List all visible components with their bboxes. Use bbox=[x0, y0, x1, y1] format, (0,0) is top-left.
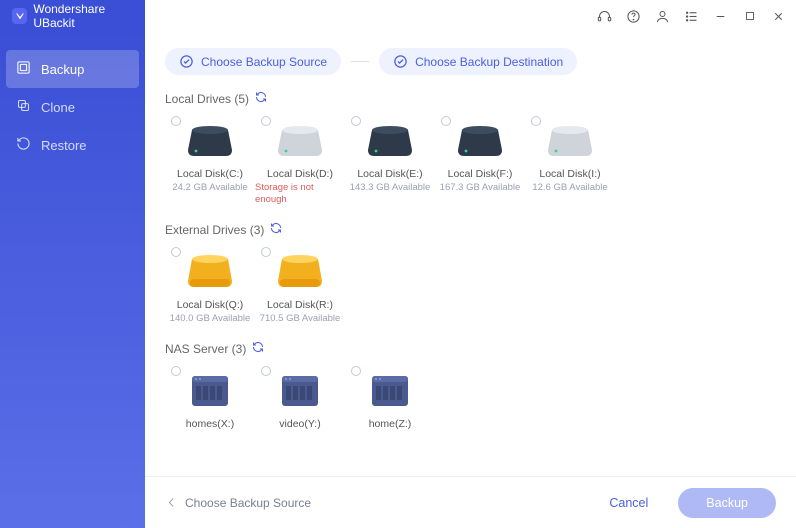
drive-name: Local Disk(F:) bbox=[448, 168, 513, 182]
step-label: Choose Backup Destination bbox=[415, 55, 563, 69]
refresh-icon[interactable] bbox=[252, 341, 264, 356]
backup-button[interactable]: Backup bbox=[678, 488, 776, 518]
drive-icon bbox=[185, 251, 235, 291]
support-icon[interactable] bbox=[597, 9, 612, 24]
section-title: Local Drives (5) bbox=[165, 92, 249, 106]
radio-icon[interactable] bbox=[261, 247, 271, 257]
drive-name: Local Disk(D:) bbox=[267, 168, 333, 182]
drive-item[interactable]: homes(X:) bbox=[165, 364, 255, 442]
drive-icon bbox=[275, 251, 325, 291]
drive-sublabel: 143.3 GB Available bbox=[350, 182, 431, 194]
drive-sublabel: 12.6 GB Available bbox=[532, 182, 607, 194]
drive-icon bbox=[185, 370, 235, 410]
drive-sublabel: 24.2 GB Available bbox=[172, 182, 247, 194]
drive-item[interactable]: Local Disk(F:)167.3 GB Available bbox=[435, 114, 525, 216]
drive-item[interactable]: Local Disk(I:)12.6 GB Available bbox=[525, 114, 615, 216]
check-circle-icon bbox=[393, 54, 408, 69]
footer: Choose Backup Source Cancel Backup bbox=[145, 476, 796, 528]
step-label: Choose Backup Source bbox=[201, 55, 327, 69]
section-title: External Drives (3) bbox=[165, 223, 264, 237]
app-logo-icon bbox=[12, 8, 27, 24]
step-choose-destination[interactable]: Choose Backup Destination bbox=[379, 48, 577, 75]
section-header: Local Drives (5) bbox=[165, 91, 776, 106]
sidebar-item-label: Clone bbox=[41, 100, 75, 115]
drive-name: home(Z:) bbox=[369, 418, 412, 432]
drive-item[interactable]: home(Z:) bbox=[345, 364, 435, 442]
drive-icon bbox=[185, 120, 235, 160]
drive-list: Local Drives (5) Local Disk(C:)24.2 GB Av… bbox=[145, 85, 796, 476]
drive-grid: Local Disk(C:)24.2 GB AvailableLocal Dis… bbox=[165, 114, 776, 216]
titlebar: Wondershare UBackit bbox=[0, 0, 796, 32]
chevron-left-icon bbox=[165, 496, 178, 509]
sidebar-item-restore[interactable]: Restore bbox=[0, 126, 145, 164]
section-header: NAS Server (3) bbox=[165, 341, 776, 356]
drive-name: video(Y:) bbox=[279, 418, 320, 432]
drive-icon bbox=[545, 120, 595, 160]
sidebar-item-label: Backup bbox=[41, 62, 84, 77]
drive-icon bbox=[365, 370, 415, 410]
drive-name: Local Disk(C:) bbox=[177, 168, 243, 182]
maximize-icon[interactable] bbox=[742, 9, 757, 24]
menu-list-icon[interactable] bbox=[684, 9, 699, 24]
drive-icon bbox=[275, 370, 325, 410]
drive-sublabel: 140.0 GB Available bbox=[170, 313, 251, 325]
minimize-icon[interactable] bbox=[713, 9, 728, 24]
drive-item[interactable]: video(Y:) bbox=[255, 364, 345, 442]
step-separator bbox=[351, 61, 369, 62]
drive-item[interactable]: Local Disk(R:)710.5 GB Available bbox=[255, 245, 345, 335]
check-circle-icon bbox=[179, 54, 194, 69]
account-icon[interactable] bbox=[655, 9, 670, 24]
drive-grid: Local Disk(Q:)140.0 GB AvailableLocal Di… bbox=[165, 245, 776, 335]
clone-icon bbox=[16, 98, 31, 116]
cancel-button[interactable]: Cancel bbox=[591, 488, 666, 518]
help-icon[interactable] bbox=[626, 9, 641, 24]
radio-icon[interactable] bbox=[171, 116, 181, 126]
radio-icon[interactable] bbox=[351, 116, 361, 126]
radio-icon[interactable] bbox=[441, 116, 451, 126]
footer-hint: Choose Backup Source bbox=[185, 496, 311, 510]
drive-item[interactable]: Local Disk(Q:)140.0 GB Available bbox=[165, 245, 255, 335]
refresh-icon[interactable] bbox=[255, 91, 267, 106]
drive-icon bbox=[455, 120, 505, 160]
drive-sublabel: Storage is not enough bbox=[255, 182, 345, 207]
drive-grid: homes(X:) video(Y:) home(Z:) bbox=[165, 364, 776, 442]
sidebar-item-clone[interactable]: Clone bbox=[0, 88, 145, 126]
section-header: External Drives (3) bbox=[165, 222, 776, 237]
radio-icon[interactable] bbox=[261, 116, 271, 126]
sidebar-item-label: Restore bbox=[41, 138, 87, 153]
drive-item[interactable]: Local Disk(D:)Storage is not enough bbox=[255, 114, 345, 216]
restore-icon bbox=[16, 136, 31, 154]
radio-icon[interactable] bbox=[171, 247, 181, 257]
drive-name: Local Disk(R:) bbox=[267, 299, 333, 313]
drive-item[interactable]: Local Disk(C:)24.2 GB Available bbox=[165, 114, 255, 216]
drive-item[interactable]: Local Disk(E:)143.3 GB Available bbox=[345, 114, 435, 216]
section-title: NAS Server (3) bbox=[165, 342, 246, 356]
drive-name: Local Disk(E:) bbox=[357, 168, 422, 182]
radio-icon[interactable] bbox=[171, 366, 181, 376]
app-title: Wondershare UBackit bbox=[33, 2, 145, 30]
drive-sublabel: 167.3 GB Available bbox=[440, 182, 521, 194]
drive-name: Local Disk(I:) bbox=[539, 168, 600, 182]
sidebar: Backup Clone Restore bbox=[0, 32, 145, 528]
drive-sublabel: 710.5 GB Available bbox=[260, 313, 341, 325]
close-icon[interactable] bbox=[771, 9, 786, 24]
radio-icon[interactable] bbox=[531, 116, 541, 126]
drive-icon bbox=[275, 120, 325, 160]
backup-icon bbox=[16, 60, 31, 78]
drive-name: Local Disk(Q:) bbox=[177, 299, 244, 313]
wizard-steps: Choose Backup Source Choose Backup Desti… bbox=[145, 32, 796, 85]
radio-icon[interactable] bbox=[261, 366, 271, 376]
refresh-icon[interactable] bbox=[270, 222, 282, 237]
sidebar-item-backup[interactable]: Backup bbox=[6, 50, 139, 88]
radio-icon[interactable] bbox=[351, 366, 361, 376]
step-choose-source[interactable]: Choose Backup Source bbox=[165, 48, 341, 75]
drive-icon bbox=[365, 120, 415, 160]
drive-name: homes(X:) bbox=[186, 418, 234, 432]
